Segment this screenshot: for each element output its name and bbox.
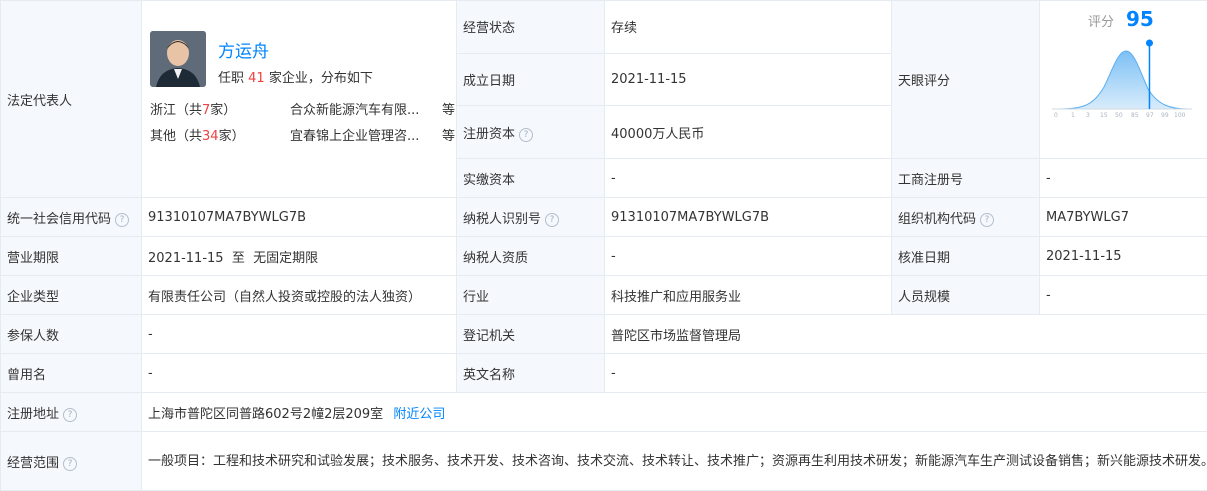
score-label: 评分 [1088,11,1114,30]
capital-value: 40000万人民币 [605,106,892,159]
org-code-value: MA7BYWLG7 [1040,198,1207,237]
gongshang-label: 工商注册号 [892,159,1040,198]
org-code-label: 组织机构代码? [892,198,1040,237]
approval-date-value: 2021-11-15 [1040,237,1207,276]
scope-value: 一般项目：工程和技术研究和试验发展；技术服务、技术开发、技术咨询、技术交流、技术… [142,432,1207,491]
founding-label: 成立日期 [457,53,605,106]
row-codes: 统一社会信用代码? 91310107MA7BYWLG7B 纳税人识别号? 913… [1,198,1207,237]
axis-tick: 15 [1100,112,1108,117]
help-icon[interactable]: ? [63,408,77,422]
reg-authority-label: 登记机关 [457,315,605,354]
axis-ticks: 0 1 3 15 50 85 97 99 100 [1054,112,1186,117]
reg-authority-value: 普陀区市场监督管理局 [605,315,1207,354]
score-curve [1054,51,1188,109]
term-label: 营业期限 [1,237,142,276]
industry-value: 科技推广和应用服务业 [605,276,892,315]
row-names: 曾用名 - 英文名称 - [1,354,1207,393]
legal-rep-label: 法定代表人 [1,1,142,198]
nearby-companies-link[interactable]: 附近公司 [393,407,445,422]
status-value: 存续 [605,1,892,54]
help-icon[interactable]: ? [519,128,533,142]
english-name-label: 英文名称 [457,354,605,393]
distribution-row: 其他（共34家） 宜春锦上企业管理咨... 等 [150,125,457,144]
distribution-company-link[interactable]: 合众新能源汽车有限... [290,99,440,118]
address-text: 上海市普陀区同普路602号2幢2层209室 [148,407,383,422]
status-label: 经营状态 [457,1,605,54]
tax-id-value: 91310107MA7BYWLG7B [605,198,892,237]
gongshang-value: - [1040,159,1207,198]
credit-code-label: 统一社会信用代码? [1,198,142,237]
english-name-value: - [605,354,1207,393]
axis-tick: 100 [1174,112,1186,117]
tax-qual-value: - [605,237,892,276]
term-value: 2021-11-15 至 无固定期限 [142,237,457,276]
approval-date-label: 核准日期 [892,237,1040,276]
help-icon[interactable]: ? [115,213,129,227]
roles-count[interactable]: 41 [248,71,265,86]
scope-label: 经营范围? [1,432,142,491]
axis-tick: 85 [1131,112,1139,117]
distribution-company-link[interactable]: 宜春锦上企业管理咨... [290,125,440,144]
founding-value: 2021-11-15 [605,53,892,106]
axis-tick: 50 [1115,112,1123,117]
staff-value: - [1040,276,1207,315]
row-insured: 参保人数 - 登记机关 普陀区市场监督管理局 [1,315,1207,354]
address-label: 注册地址? [1,393,142,432]
insured-value: - [142,315,457,354]
score-marker-dot [1146,40,1153,47]
axis-tick: 99 [1161,112,1169,117]
score-value: 95 [1126,7,1154,31]
staff-label: 人员规模 [892,276,1040,315]
help-icon[interactable]: ? [545,213,559,227]
tax-qual-label: 纳税人资质 [457,237,605,276]
axis-tick: 1 [1071,112,1075,117]
row-address: 注册地址? 上海市普陀区同普路602号2幢2层209室 附近公司 [1,393,1207,432]
person-roles: 任职 41 家企业，分布如下 [218,67,373,86]
tianyan-label: 天眼评分 [892,1,1040,159]
score-distribution-chart: 0 1 3 15 50 85 97 99 100 [1052,37,1192,117]
type-label: 企业类型 [1,276,142,315]
company-info-table: 法定代表人 方运舟 任职 41 家企业，分布如下 [0,0,1207,491]
row-term: 营业期限 2021-11-15 至 无固定期限 纳税人资质 - 核准日期 202… [1,237,1207,276]
address-value: 上海市普陀区同普路602号2幢2层209室 附近公司 [142,393,1207,432]
capital-label: 注册资本? [457,106,605,159]
paid-capital-label: 实缴资本 [457,159,605,198]
row-scope: 经营范围? 一般项目：工程和技术研究和试验发展；技术服务、技术开发、技术咨询、技… [1,432,1207,491]
paid-capital-value: - [605,159,892,198]
avatar[interactable] [150,31,206,87]
insured-label: 参保人数 [1,315,142,354]
help-icon[interactable]: ? [980,213,994,227]
axis-tick: 97 [1146,112,1154,117]
former-name-value: - [142,354,457,393]
type-value: 有限责任公司（自然人投资或控股的法人独资） [142,276,457,315]
tianyan-score-cell[interactable]: 评分 95 0 1 3 [1040,1,1207,159]
person-name-link[interactable]: 方运舟 [218,37,269,62]
row-legal-rep: 法定代表人 方运舟 任职 41 家企业，分布如下 [1,1,1207,54]
industry-label: 行业 [457,276,605,315]
distribution-row: 浙江（共7家） 合众新能源汽车有限... 等 [150,99,457,118]
axis-tick: 3 [1086,112,1090,117]
row-type: 企业类型 有限责任公司（自然人投资或控股的法人独资） 行业 科技推广和应用服务业… [1,276,1207,315]
credit-code-value: 91310107MA7BYWLG7B [142,198,457,237]
former-name-label: 曾用名 [1,354,142,393]
axis-tick: 0 [1054,112,1058,117]
tax-id-label: 纳税人识别号? [457,198,605,237]
legal-rep-cell: 方运舟 任职 41 家企业，分布如下 浙江（共7家） 合众新能源汽车有限... … [142,1,457,198]
